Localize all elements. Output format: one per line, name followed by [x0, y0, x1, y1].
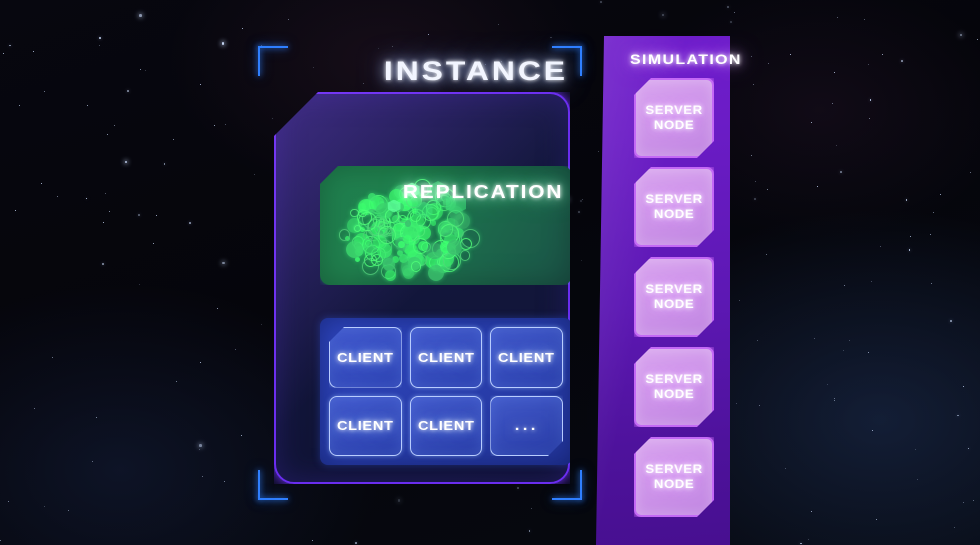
server-node-label-line2: NODE	[653, 118, 695, 132]
server-node-label: SERVER NODE	[645, 462, 702, 491]
server-node-label-line2: NODE	[653, 207, 695, 221]
server-node[interactable]: SERVER NODE	[634, 257, 714, 337]
server-node-label-line2: NODE	[653, 477, 695, 491]
corner-bracket-top-left-icon	[258, 46, 288, 76]
server-node-label-line2: NODE	[653, 297, 695, 311]
simulation-title: SIMULATION	[630, 51, 742, 67]
server-node-label-line2: NODE	[653, 387, 695, 401]
instance-title: INSTANCE	[383, 56, 568, 86]
client-label: CLIENT	[498, 349, 555, 365]
server-node[interactable]: SERVER NODE	[634, 347, 714, 427]
instance-panel: REPLICATION CLIENT CLIENT CLIENT CLIENT CLIE…	[274, 92, 570, 484]
server-node-label-line1: SERVER	[645, 462, 703, 477]
client-box[interactable]: CLIENT	[409, 395, 483, 456]
client-label: CLIENT	[337, 349, 394, 365]
client-box[interactable]: CLIENT	[329, 395, 402, 456]
server-node-label: SERVER NODE	[645, 372, 702, 401]
client-label: CLIENT	[417, 418, 475, 434]
diagram-canvas: INSTANCE REPLICATION CLIENT CLIENT CLIENT C…	[0, 0, 980, 545]
instance-group: INSTANCE REPLICATION CLIENT CLIENT CLIENT C…	[250, 38, 590, 508]
server-node-label: SERVER NODE	[645, 192, 702, 221]
server-node-label: SERVER NODE	[645, 103, 702, 132]
server-node[interactable]: SERVER NODE	[634, 167, 714, 247]
server-node-label-line1: SERVER	[645, 192, 703, 207]
client-label: CLIENT	[337, 418, 394, 434]
server-node-label-line1: SERVER	[645, 282, 703, 297]
replication-title: REPLICATION	[402, 182, 563, 202]
client-box[interactable]: CLIENT	[409, 327, 483, 388]
replication-panel: REPLICATION	[320, 166, 570, 285]
server-node-label-line1: SERVER	[645, 103, 703, 118]
simulation-group: SIMULATION SERVER NODE SERVER NODE SERVER NOD…	[596, 36, 746, 545]
client-label: CLIENT	[417, 349, 475, 365]
server-node-label-line1: SERVER	[645, 372, 703, 387]
clients-panel: CLIENT CLIENT CLIENT CLIENT CLIENT...	[320, 318, 570, 465]
client-label: ...	[514, 417, 539, 435]
server-node[interactable]: SERVER NODE	[634, 437, 714, 517]
client-box[interactable]: CLIENT	[329, 327, 402, 388]
client-box[interactable]: ...	[490, 396, 563, 457]
server-node-label: SERVER NODE	[645, 282, 702, 311]
client-box[interactable]: CLIENT	[490, 327, 563, 388]
server-node[interactable]: SERVER NODE	[634, 78, 714, 158]
